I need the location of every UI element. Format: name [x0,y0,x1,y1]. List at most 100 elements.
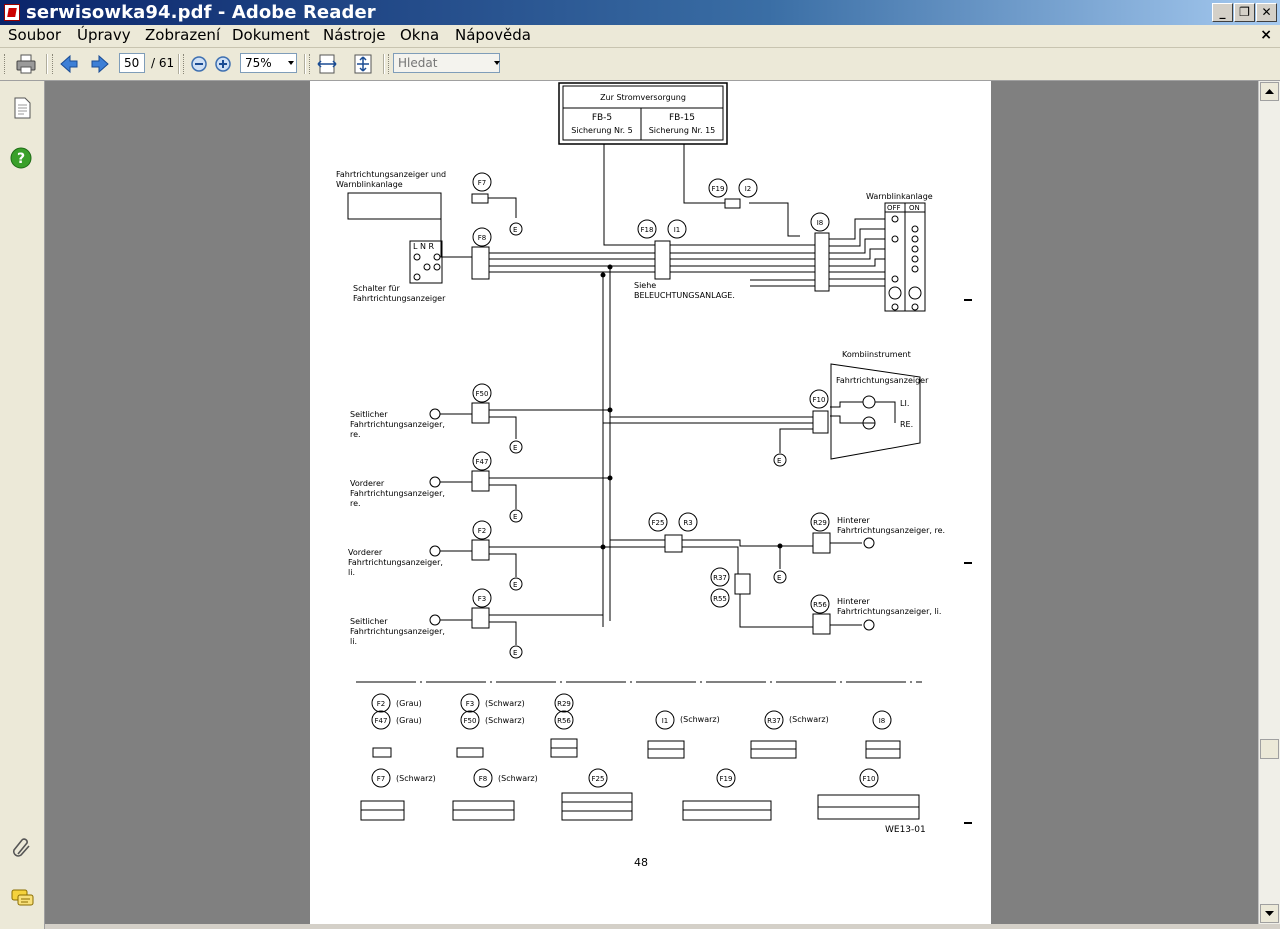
cluster-right-label: RE. [900,420,913,429]
scroll-up-icon [1265,89,1274,94]
legend-f7-label: F7 [377,775,385,783]
connector-r56-label: R56 [813,601,827,609]
front-right-label-1: Vorderer [350,479,385,488]
svg-text:E: E [777,457,781,465]
connector-r55-label: R55 [713,595,727,603]
zoom-in-icon[interactable] [212,53,234,75]
previous-page-icon[interactable] [58,53,80,75]
page-number-input[interactable] [119,53,145,73]
connector-f8-label: F8 [478,234,486,242]
legend-f47-label: F47 [375,717,388,725]
pages-icon[interactable] [11,96,33,120]
connector-f7-label: F7 [478,179,486,187]
side-right-label-2: Fahrtrichtungsanzeiger, [350,420,445,429]
zoom-out-icon[interactable] [188,53,210,75]
side-left-label-1: Seitlicher [350,617,388,626]
navigation-panel: ? [0,81,45,929]
legend-f50-color: (Schwarz) [485,716,525,725]
chevron-down-icon[interactable] [288,61,294,65]
title-bar: serwisowka94.pdf - Adobe Reader _ ❐ ✕ [0,0,1280,25]
legend-r29-label: R29 [557,700,571,708]
power-supply-header: Zur Stromversorgung [600,93,686,102]
close-button[interactable]: ✕ [1256,3,1277,22]
menu-bar: Soubor Úpravy Zobrazení Dokument Nástroj… [0,25,1280,48]
hazard-switch-label-2: Warnblinkanlage [336,180,403,189]
fuse-5-label: Sicherung Nr. 5 [571,126,632,135]
side-right-label-3: re. [350,430,361,439]
legend-f8-color: (Schwarz) [498,774,538,783]
menu-zobrazeni[interactable]: Zobrazení [145,26,220,44]
svg-text:?: ? [17,151,25,167]
rear-left-label-2: Fahrtrichtungsanzeiger, li. [837,607,941,616]
toolbar-separator [383,54,385,74]
scroll-thumb[interactable] [1260,739,1279,759]
connector-f18-label: F18 [641,226,654,234]
menu-soubor[interactable]: Soubor [8,26,61,44]
status-strip [45,924,1280,929]
toolbar-grip [183,54,187,74]
front-right-label-2: Fahrtrichtungsanzeiger, [350,489,445,498]
search-input[interactable] [393,53,500,73]
menu-dokument[interactable]: Dokument [232,26,310,44]
search-options-chevron-icon[interactable] [494,61,500,65]
legend-f2-label: F2 [377,700,385,708]
connector-f3-label: F3 [478,595,486,603]
wiring-diagram: Zur Stromversorgung FB-5 Sicherung Nr. 5… [336,82,972,869]
turn-switch-label: Schalter für [353,284,400,293]
rear-right-label-1: Hinterer [837,516,870,525]
document-viewport[interactable]: Zur Stromversorgung FB-5 Sicherung Nr. 5… [45,81,1258,924]
fuse-15-label: Sicherung Nr. 15 [649,126,716,135]
attachment-icon[interactable] [10,836,34,860]
fit-width-icon[interactable] [316,53,338,75]
legend-f25-label: F25 [592,775,605,783]
svg-text:E: E [513,513,517,521]
print-icon[interactable] [15,53,37,75]
toolbar-grip [388,54,392,74]
legend-i8-label: I8 [879,717,886,725]
legend-f3-label: F3 [466,700,474,708]
hazard-off-label: OFF [887,204,901,212]
toolbar: / 61 [0,48,1280,81]
page-number: 48 [634,856,648,869]
legend-r37-color: (Schwarz) [789,715,829,724]
comments-icon[interactable] [10,887,36,909]
front-right-label-3: re. [350,499,361,508]
vertical-scrollbar[interactable] [1258,81,1280,924]
hazard-switch-label: Fahrtrichtungsanzeiger und [336,170,446,179]
menu-napoveda[interactable]: Nápověda [455,26,531,44]
connector-i8-label: I8 [817,219,824,227]
legend-f47-color: (Grau) [396,716,422,725]
restore-button[interactable]: ❐ [1234,3,1255,22]
menu-upravy[interactable]: Úpravy [77,26,131,44]
menu-okna[interactable]: Okna [400,26,439,44]
connector-f2-label: F2 [478,527,486,535]
cluster-left-label: LI. [900,399,909,408]
legend-i1-label: I1 [662,717,669,725]
connector-f25-label: F25 [652,519,665,527]
next-page-icon[interactable] [89,53,111,75]
front-left-label-3: li. [348,568,355,577]
legend-f2-color: (Grau) [396,699,422,708]
toolbar-separator [304,54,306,74]
legend-f7-color: (Schwarz) [396,774,436,783]
scroll-up-button[interactable] [1260,82,1279,101]
hazard-unit-label: Warnblinkanlage [866,192,933,201]
hazard-on-label: ON [909,204,920,212]
fit-page-icon[interactable] [352,53,374,75]
legend-f50-label: F50 [464,717,477,725]
side-right-label-1: Seitlicher [350,410,388,419]
connector-f47-label: F47 [476,458,489,466]
lighting-reference-label: Siehe [634,281,656,290]
help-icon[interactable]: ? [10,147,32,169]
connector-r3-label: R3 [683,519,692,527]
minimize-button[interactable]: _ [1212,3,1233,22]
close-document-icon[interactable]: × [1260,27,1272,43]
toolbar-separator [178,54,180,74]
connector-r37-label: R37 [713,574,727,582]
legend-f10-label: F10 [863,775,876,783]
adobe-reader-icon [4,4,20,21]
toolbar-separator [46,54,48,74]
menu-nastroje[interactable]: Nástroje [323,26,386,44]
connector-r29-label: R29 [813,519,827,527]
scroll-down-button[interactable] [1260,904,1279,923]
